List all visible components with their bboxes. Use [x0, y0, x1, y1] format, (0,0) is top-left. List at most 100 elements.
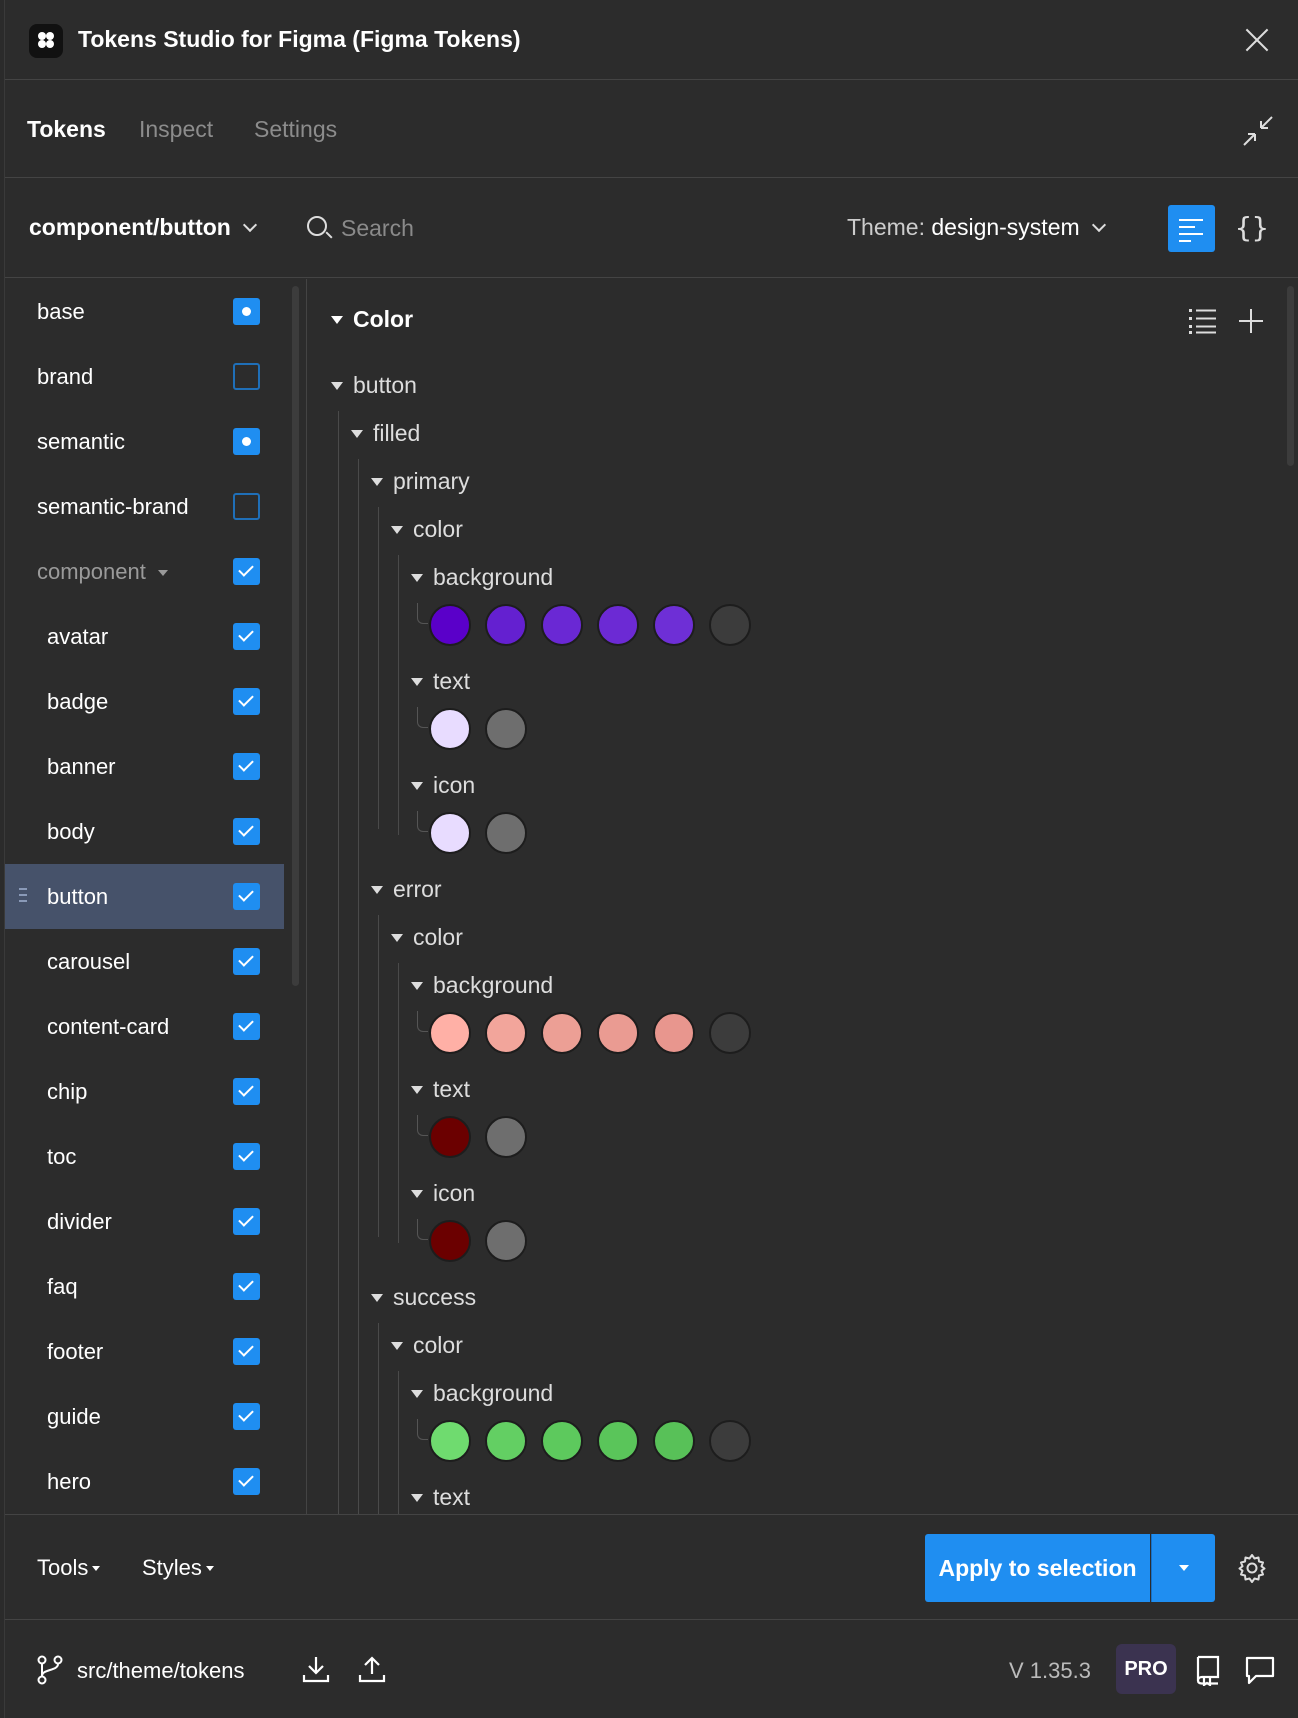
list-icon[interactable] [1189, 308, 1217, 334]
tab-tokens[interactable]: Tokens [27, 116, 106, 143]
pull-icon[interactable] [301, 1654, 331, 1684]
checkbox[interactable] [233, 753, 260, 780]
feedback-icon[interactable] [1244, 1654, 1276, 1686]
color-swatch[interactable] [429, 604, 471, 646]
color-swatch[interactable] [485, 1116, 527, 1158]
sidebar-item-button[interactable]: button [5, 864, 284, 929]
tree-node-success[interactable]: success [371, 1284, 476, 1311]
checkbox[interactable] [233, 1338, 260, 1365]
theme-selector[interactable]: Theme: design-system [847, 214, 1106, 241]
checkbox[interactable] [233, 1403, 260, 1430]
color-swatch[interactable] [485, 1012, 527, 1054]
color-swatch[interactable] [485, 604, 527, 646]
tree-node-background[interactable]: background [411, 972, 553, 999]
sidebar-item-carousel[interactable]: carousel [5, 929, 284, 994]
partial-checkbox[interactable] [233, 298, 260, 325]
sidebar-item-hero[interactable]: hero [5, 1449, 284, 1514]
checkbox[interactable] [233, 1208, 260, 1235]
apply-to-selection-button[interactable]: Apply to selection [925, 1534, 1150, 1602]
tools-menu[interactable]: Tools [37, 1555, 101, 1581]
tree-node-text[interactable]: text [411, 668, 470, 695]
color-swatch[interactable] [709, 1012, 751, 1054]
sidebar-item-content-card[interactable]: content-card [5, 994, 284, 1059]
color-swatch[interactable] [653, 1420, 695, 1462]
color-swatch[interactable] [485, 1220, 527, 1262]
color-swatch[interactable] [597, 604, 639, 646]
sidebar-item-faq[interactable]: faq [5, 1254, 284, 1319]
checkbox[interactable] [233, 493, 260, 520]
checkbox[interactable] [233, 818, 260, 845]
color-swatch[interactable] [429, 1012, 471, 1054]
sidebar-item-avatar[interactable]: avatar [5, 604, 284, 669]
sidebar-item-divider[interactable]: divider [5, 1189, 284, 1254]
checkbox[interactable] [233, 883, 260, 910]
json-view-icon[interactable]: {} [1235, 211, 1269, 244]
sidebar-item-toc[interactable]: toc [5, 1124, 284, 1189]
color-swatch[interactable] [429, 1220, 471, 1262]
color-swatch[interactable] [541, 1012, 583, 1054]
color-swatch[interactable] [597, 1420, 639, 1462]
styles-menu[interactable]: Styles [142, 1555, 214, 1581]
sidebar-item-brand[interactable]: brand [5, 344, 284, 409]
sidebar-item-chip[interactable]: chip [5, 1059, 284, 1124]
tree-node-filled[interactable]: filled [351, 420, 420, 447]
color-swatch[interactable] [653, 604, 695, 646]
tree-node-text[interactable]: text [411, 1076, 470, 1103]
tree-node-error[interactable]: error [371, 876, 442, 903]
drag-handle-icon[interactable] [19, 888, 29, 904]
sidebar-item-component[interactable]: component [5, 539, 284, 604]
main-scrollbar[interactable] [1287, 286, 1294, 466]
checkbox[interactable] [233, 1143, 260, 1170]
color-swatch[interactable] [709, 604, 751, 646]
section-color[interactable]: Color [331, 306, 413, 333]
checkbox[interactable] [233, 688, 260, 715]
sidebar-item-guide[interactable]: guide [5, 1384, 284, 1449]
sidebar-item-banner[interactable]: banner [5, 734, 284, 799]
tree-node-background[interactable]: background [411, 1380, 553, 1407]
sidebar-item-footer[interactable]: footer [5, 1319, 284, 1384]
color-swatch[interactable] [429, 1420, 471, 1462]
docs-icon[interactable] [1192, 1654, 1224, 1686]
color-swatch[interactable] [485, 812, 527, 854]
color-swatch[interactable] [541, 1420, 583, 1462]
tree-node-text[interactable]: text [411, 1484, 470, 1511]
push-icon[interactable] [357, 1654, 387, 1684]
sidebar-item-body[interactable]: body [5, 799, 284, 864]
apply-options-dropdown[interactable] [1151, 1534, 1215, 1602]
tree-node-icon[interactable]: icon [411, 1180, 475, 1207]
minimize-icon[interactable] [1241, 114, 1275, 148]
checkbox[interactable] [233, 1273, 260, 1300]
checkbox[interactable] [233, 1078, 260, 1105]
checkbox[interactable] [233, 363, 260, 390]
checkbox[interactable] [233, 623, 260, 650]
color-swatch[interactable] [541, 604, 583, 646]
color-swatch[interactable] [429, 812, 471, 854]
gear-icon[interactable] [1237, 1553, 1267, 1583]
tree-node-icon[interactable]: icon [411, 772, 475, 799]
color-swatch[interactable] [653, 1012, 695, 1054]
add-token-icon[interactable] [1239, 309, 1263, 333]
tab-settings[interactable]: Settings [254, 116, 337, 143]
checkbox[interactable] [233, 948, 260, 975]
branch-name[interactable]: src/theme/tokens [77, 1658, 245, 1684]
partial-checkbox[interactable] [233, 428, 260, 455]
sidebar-item-base[interactable]: base [5, 279, 284, 344]
checkbox[interactable] [233, 558, 260, 585]
token-set-selector[interactable]: component/button [29, 214, 257, 241]
color-swatch[interactable] [485, 708, 527, 750]
tree-node-button[interactable]: button [331, 372, 417, 399]
tree-node-color[interactable]: color [391, 924, 463, 951]
sidebar-item-semantic[interactable]: semantic [5, 409, 284, 474]
search-input[interactable] [339, 208, 643, 248]
tab-inspect[interactable]: Inspect [139, 116, 213, 143]
color-swatch[interactable] [429, 1116, 471, 1158]
color-swatch[interactable] [485, 1420, 527, 1462]
color-swatch[interactable] [597, 1012, 639, 1054]
list-view-button[interactable] [1168, 205, 1215, 252]
tree-node-background[interactable]: background [411, 564, 553, 591]
color-swatch[interactable] [709, 1420, 751, 1462]
color-swatch[interactable] [429, 708, 471, 750]
tree-node-color[interactable]: color [391, 1332, 463, 1359]
sidebar-item-semantic-brand[interactable]: semantic-brand [5, 474, 284, 539]
close-icon[interactable] [1241, 24, 1273, 56]
